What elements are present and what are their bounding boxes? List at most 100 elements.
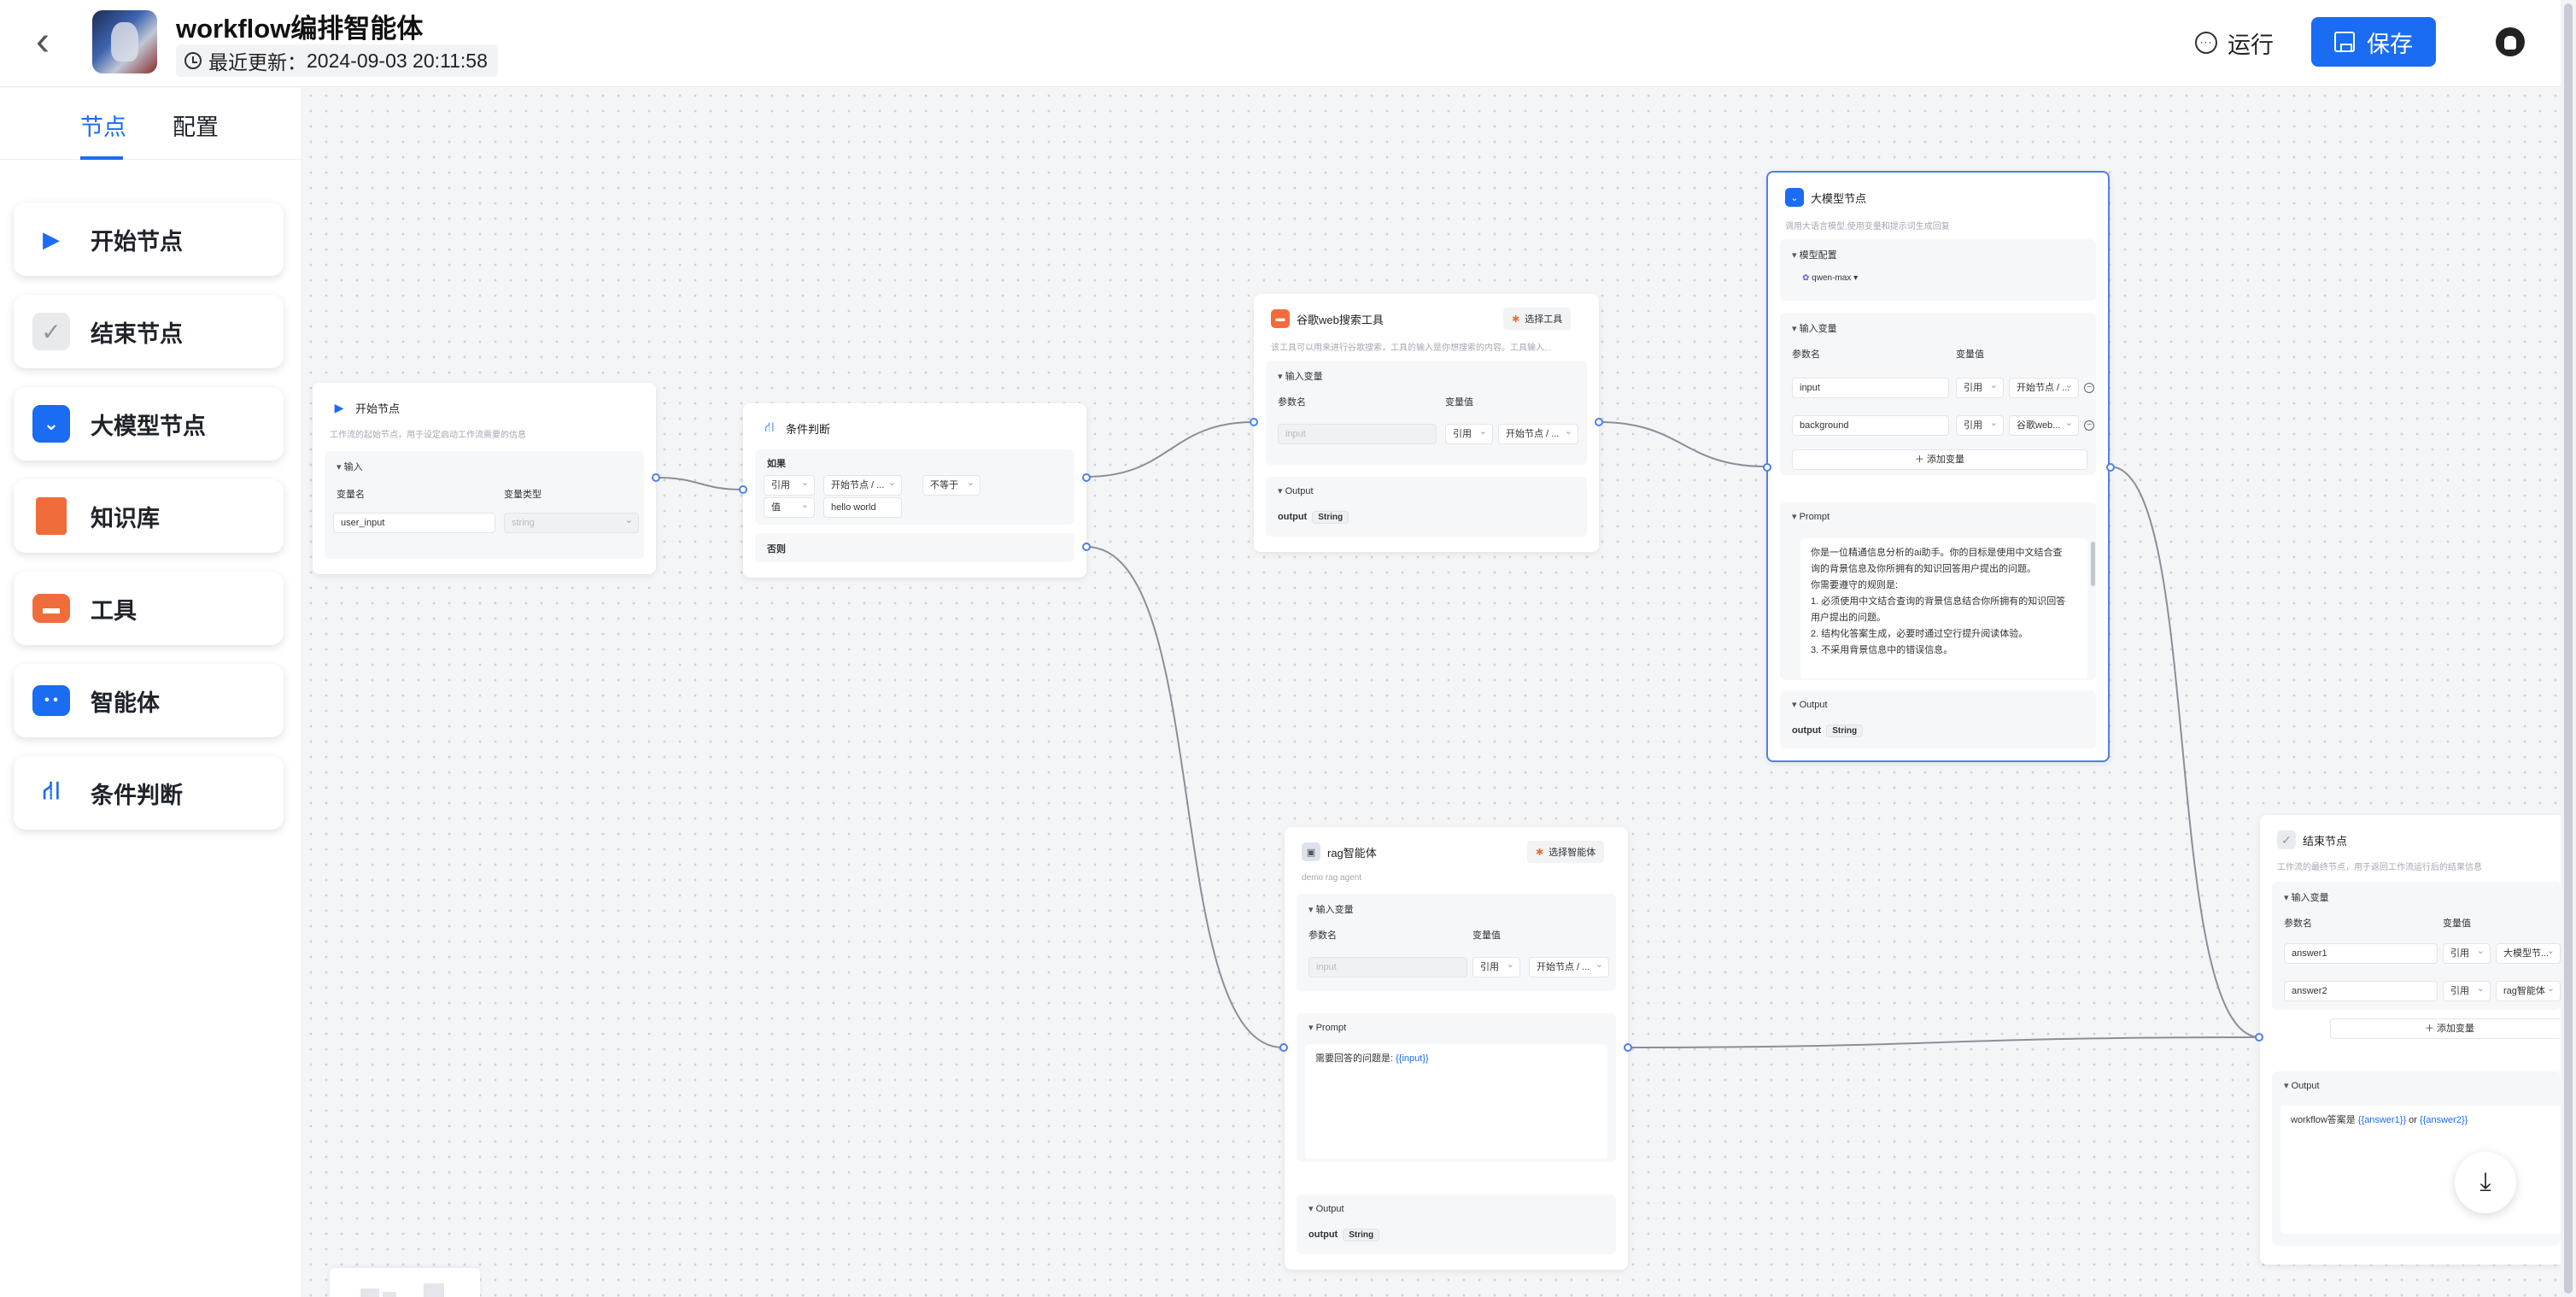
source-select[interactable]: 开始节点 / ... (2009, 378, 2079, 398)
tab-nodes[interactable]: 节点 (80, 109, 126, 142)
input-port[interactable] (1250, 418, 1258, 426)
col-header-param: 参数名 (1308, 930, 1337, 941)
add-variable-label: 添加变量 (2437, 1024, 2475, 1034)
palette-item-tool[interactable]: ▬ 工具 (14, 572, 284, 645)
section-title: 输入变量 (2284, 890, 2329, 904)
node-desc: 该工具可以用来进行谷歌搜索，工具的输入是你想搜索的内容。工具输入... (1271, 343, 1552, 353)
book-icon (36, 497, 67, 535)
ref-select[interactable]: 引用 (1445, 424, 1493, 444)
palette-item-agent[interactable]: • • 智能体 (14, 664, 284, 737)
input-port[interactable] (1763, 463, 1771, 472)
ref-select[interactable]: 引用 (2443, 943, 2491, 964)
source-select[interactable]: rag智能体 (2496, 981, 2561, 1001)
source-select[interactable]: 开始节点 / ... (1498, 424, 1578, 444)
source-select[interactable]: 谷歌web... (2009, 415, 2079, 436)
palette-label: 智能体 (91, 690, 160, 716)
add-variable-button[interactable]: ＋ 添加变量 (1792, 449, 2087, 470)
palette-item-condition[interactable]: ⛙ 条件判断 (14, 756, 284, 830)
output-name: output (1278, 512, 1308, 522)
prompt-section: Prompt 需要回答的问题是: {{input}} (1297, 1013, 1616, 1162)
scrollbar-thumb[interactable] (2564, 3, 2573, 1294)
add-variable-button[interactable]: ＋ 添加变量 (2330, 1018, 2569, 1039)
back-arrow-icon[interactable]: ‹ (22, 19, 63, 64)
minimap[interactable] (330, 1268, 480, 1297)
section-title: Output (1278, 485, 1314, 496)
compare-value-input[interactable]: hello world (823, 497, 902, 518)
select-agent-button[interactable]: ✱ 选择智能体 (1527, 841, 1605, 863)
github-icon[interactable] (2496, 27, 2525, 56)
input-port[interactable] (2255, 1033, 2263, 1042)
if-output-port[interactable] (1082, 473, 1091, 482)
ref-select[interactable]: 引用 (1956, 378, 2004, 398)
col-header-value: 变量值 (1472, 930, 1501, 941)
source-select[interactable]: 开始节点 / ... (823, 475, 902, 496)
source-select[interactable]: 大模型节... (2496, 943, 2561, 964)
node-title: 结束节点 (2303, 834, 2348, 848)
remove-var-icon[interactable]: − (2084, 383, 2094, 393)
prompt-section: Prompt 你是一位精通信息分析的ai助手。你的目标是使用中文结合查 询的背景… (1780, 502, 2096, 680)
palette-label: 条件判断 (91, 782, 183, 808)
palette-item-llm[interactable]: ⌄ 大模型节点 (14, 387, 284, 461)
save-button[interactable]: 保存 (2311, 17, 2436, 67)
prompt-variable: {{input}} (1396, 1053, 1429, 1064)
param-input[interactable]: answer1 (2284, 943, 2438, 964)
run-button[interactable]: ··· 运行 (2195, 24, 2274, 62)
toolbox-icon: ▬ (1271, 309, 1290, 328)
output-port[interactable] (652, 473, 660, 482)
output-port[interactable] (1624, 1043, 1632, 1052)
page-scrollbar[interactable] (2561, 0, 2576, 1297)
input-port[interactable] (1279, 1043, 1288, 1052)
col-header-type: 变量类型 (504, 490, 542, 500)
select-tool-label: 选择工具 (1525, 314, 1563, 325)
input-port[interactable] (739, 485, 747, 494)
google-search-node[interactable]: ▬ 谷歌web搜索工具 ✱ 选择工具 该工具可以用来进行谷歌搜索，工具的输入是你想… (1250, 294, 1603, 552)
ref-select[interactable]: 引用 (1472, 957, 1520, 977)
palette-label: 开始节点 (91, 228, 183, 255)
end-node[interactable]: ✓ 结束节点 工作流的最终节点，用于返回工作流运行后的结果信息 输入变量 参数名… (2255, 815, 2569, 1265)
var-type-select[interactable]: string (504, 513, 639, 533)
section-title: 输入变量 (1278, 369, 1323, 383)
model-select[interactable]: ✿ qwen-max ▾ (1802, 273, 1858, 283)
param-input[interactable]: background (1792, 415, 1949, 436)
param-input[interactable]: input (1308, 957, 1467, 977)
palette-item-knowledge[interactable]: 知识库 (14, 479, 284, 553)
ref-select[interactable]: 引用 (764, 475, 815, 496)
condition-node[interactable]: ⛙ 条件判断 如果 引用 开始节点 / ... 不等于 值 hello worl… (739, 403, 1091, 578)
ref-select[interactable]: 引用 (1956, 415, 2004, 436)
prompt-scrollbar[interactable] (2091, 542, 2095, 586)
prompt-line: 你是一位精通信息分析的ai助手。你的目标是使用中文结合查 (1811, 548, 2063, 558)
output-port[interactable] (1595, 418, 1603, 426)
output-port[interactable] (2106, 463, 2115, 472)
var-name-input[interactable]: user_input (333, 513, 495, 533)
llm-node[interactable]: ⌄ 大模型节点 调用大语言模型,使用变量和提示词生成回复 模型配置 ✿ qwen… (1763, 171, 2115, 762)
param-input[interactable]: answer2 (2284, 981, 2438, 1001)
prompt-editor[interactable]: 你是一位精通信息分析的ai助手。你的目标是使用中文结合查 询的背景信息及你所拥有… (1800, 538, 2087, 678)
select-tool-button[interactable]: ✱ 选择工具 (1503, 308, 1572, 330)
palette-item-end[interactable]: ✓ 结束节点 (14, 295, 284, 368)
clock-icon (184, 52, 202, 69)
prompt-editor[interactable]: 需要回答的问题是: {{input}} (1305, 1044, 1607, 1159)
branch-icon: ⛙ (42, 777, 61, 805)
updated-label: 最近更新： (208, 51, 307, 73)
else-output-port[interactable] (1082, 543, 1091, 551)
minimap-block (424, 1283, 444, 1297)
ref-select[interactable]: 引用 (2443, 981, 2491, 1001)
start-node[interactable]: ▶ 开始节点 工作流的起始节点，用于设定启动工作流需要的信息 输入 变量名 变量… (313, 383, 660, 574)
tab-config[interactable]: 配置 (173, 109, 219, 142)
download-icon[interactable]: ⤓ (2455, 1152, 2516, 1213)
remove-var-icon[interactable]: − (2084, 420, 2094, 431)
play-icon: ▶ (334, 400, 344, 414)
source-select[interactable]: 开始节点 / ... (1529, 957, 1609, 977)
rag-agent-node[interactable]: ▣ rag智能体 ✱ 选择智能体 demo rag agent 输入变量 参数名 … (1279, 827, 1632, 1270)
value-type-select[interactable]: 值 (764, 497, 815, 518)
output-template-editor[interactable]: workflow答案是 {{answer1}} or {{answer2}} (2280, 1106, 2562, 1234)
operator-select[interactable]: 不等于 (922, 475, 981, 496)
node-desc: demo rag agent (1302, 873, 1362, 883)
palette-item-start[interactable]: ▶ 开始节点 (14, 202, 284, 276)
active-tab-indicator (80, 156, 123, 160)
play-icon: ▶ (43, 226, 60, 252)
param-input[interactable]: input (1792, 378, 1949, 398)
param-input[interactable]: input (1278, 424, 1437, 444)
palette-label: 知识库 (91, 505, 160, 531)
branch-icon: ⛙ (764, 420, 775, 435)
